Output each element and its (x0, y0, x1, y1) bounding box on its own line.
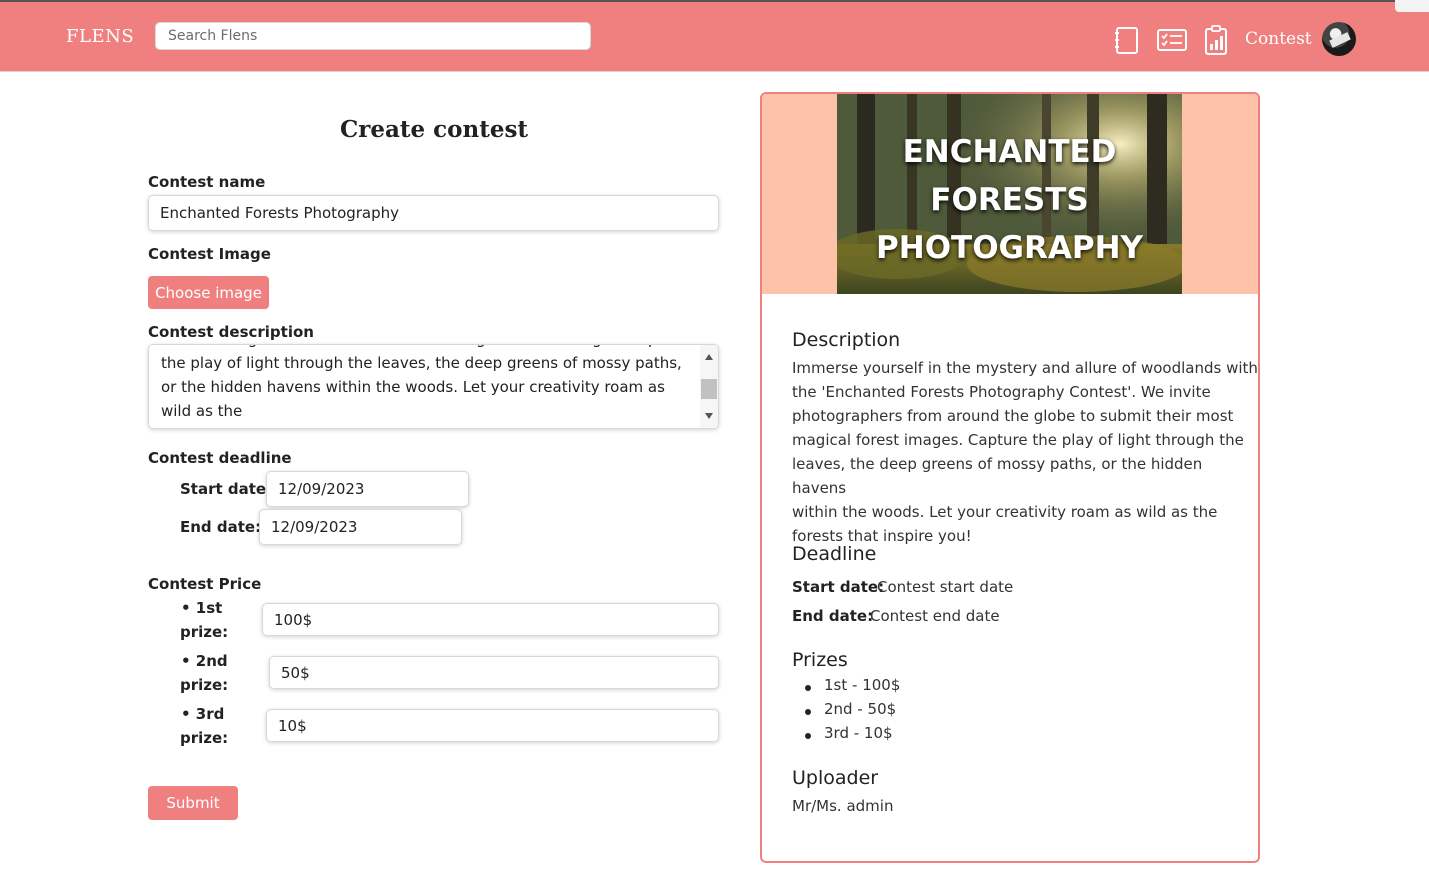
user-avatar[interactable] (1322, 22, 1356, 56)
contest-image-label: Contest Image (148, 245, 271, 263)
banner-title-line-2: FORESTS (930, 182, 1089, 218)
contest-description-label: Contest description (148, 323, 314, 341)
description-line: the 'Enchanted Forests Photography Conte… (792, 383, 1211, 401)
checklist-icon[interactable] (1156, 24, 1188, 56)
prize-1-label-suffix: prize: (180, 623, 229, 641)
textarea-scrollbar[interactable] (700, 345, 718, 428)
description-text: around the globe to submit their most ma… (161, 345, 688, 420)
start-date-input[interactable] (266, 471, 469, 507)
deadline-heading: Deadline (792, 543, 877, 565)
prize-1-label: • 1st (181, 599, 223, 617)
top-navbar: FLENS Contest (0, 2, 1429, 72)
scroll-thumb[interactable] (701, 379, 717, 399)
submit-button[interactable]: Submit (148, 786, 238, 820)
description-line: leaves, the deep greens of mossy paths, … (792, 455, 1203, 497)
prize-3-input[interactable] (266, 709, 719, 742)
contest-banner: ENCHANTED FORESTS PHOTOGRAPHY (762, 94, 1258, 294)
uploader-value: Mr/Ms. admin (792, 797, 894, 815)
bullet-icon (805, 685, 811, 691)
description-line: magical forest images. Capture the play … (792, 431, 1244, 449)
prize-1-input[interactable] (262, 603, 719, 636)
description-line: photographers from around the globe to s… (792, 407, 1234, 425)
notebook-icon[interactable] (1112, 24, 1142, 56)
description-heading: Description (792, 329, 901, 351)
description-body: Immerse yourself in the mystery and allu… (792, 356, 1258, 548)
banner-title: ENCHANTED FORESTS PHOTOGRAPHY (837, 128, 1182, 272)
contest-name-input[interactable] (148, 195, 719, 231)
start-date-label: Start date: (180, 480, 273, 498)
contest-name-label: Contest name (148, 173, 266, 191)
description-line: within the woods. Let your creativity ro… (792, 503, 1218, 521)
prize-3-label: • 3rd (181, 705, 225, 723)
end-date-input[interactable] (259, 509, 462, 545)
nav-contest-link[interactable]: Contest (1245, 29, 1312, 49)
uploader-heading: Uploader (792, 767, 879, 789)
prize-item: 2nd - 50$ (824, 700, 897, 718)
contest-preview-card: ENCHANTED FORESTS PHOTOGRAPHY Descriptio… (760, 92, 1260, 863)
preview-end-label: End date: (792, 607, 874, 625)
preview-start-value: Contest start date (877, 578, 1014, 596)
description-line: Immerse yourself in the mystery and allu… (792, 359, 1258, 377)
banner-title-line-1: ENCHANTED (902, 134, 1117, 170)
prize-item: 3rd - 10$ (824, 724, 893, 742)
prize-2-label: • 2nd (181, 652, 228, 670)
scroll-up-arrow-icon[interactable] (705, 354, 713, 360)
contest-banner-image: ENCHANTED FORESTS PHOTOGRAPHY (837, 94, 1182, 294)
window-control[interactable] (1395, 0, 1429, 12)
search-input[interactable] (155, 22, 591, 50)
banner-title-line-3: PHOTOGRAPHY (876, 230, 1143, 266)
contest-price-label: Contest Price (148, 575, 262, 593)
bullet-icon (805, 733, 811, 739)
preview-end-value: Contest end date (870, 607, 1000, 625)
page-title: Create contest (339, 116, 529, 143)
prize-2-input[interactable] (269, 656, 719, 689)
brand-logo[interactable]: FLENS (66, 26, 134, 47)
contest-deadline-label: Contest deadline (148, 449, 292, 467)
prize-2-label-suffix: prize: (180, 676, 229, 694)
choose-image-button[interactable]: Choose image (148, 276, 269, 309)
bullet-icon (805, 709, 811, 715)
prize-item: 1st - 100$ (824, 676, 901, 694)
scroll-down-arrow-icon[interactable] (705, 413, 713, 419)
contest-description-textarea[interactable]: around the globe to submit their most ma… (148, 344, 719, 429)
prizes-heading: Prizes (792, 649, 848, 671)
clipboard-chart-icon[interactable] (1202, 24, 1230, 56)
prize-3-label-suffix: prize: (180, 729, 229, 747)
end-date-label: End date: (180, 518, 262, 536)
preview-start-label: Start date: (792, 578, 885, 596)
